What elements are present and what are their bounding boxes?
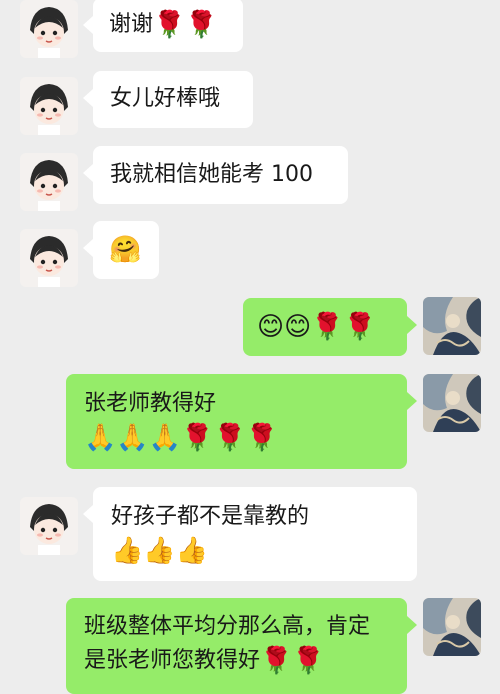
smile-and-rose-icons: 😊😊🌹🌹 <box>257 312 376 342</box>
thumbs-up-icon: 👍👍👍 <box>111 536 209 566</box>
rose-icon: 🌹🌹 <box>260 646 325 676</box>
message-bubble-incoming[interactable]: 女儿好棒哦 <box>83 71 253 128</box>
message-bubble-incoming[interactable]: 好孩子都不是靠教的 👍👍👍 <box>83 487 417 581</box>
contact-avatar[interactable] <box>20 0 78 58</box>
contact-avatar[interactable] <box>20 77 78 135</box>
message-bubble-outgoing[interactable]: 😊😊🌹🌹 <box>243 298 417 356</box>
contact-avatar[interactable] <box>20 497 78 555</box>
message-text: 班级整体平均分那么高，肯定是张老师您教得好 <box>84 614 371 673</box>
pray-and-rose-icons: 🙏🙏🙏🌹🌹🌹 <box>84 423 279 453</box>
message-bubble-incoming[interactable]: 我就相信她能考 100 <box>83 146 348 204</box>
message-bubble-incoming[interactable]: 🤗 <box>83 221 159 279</box>
my-avatar[interactable] <box>423 297 481 355</box>
message-text: 女儿好棒哦 <box>110 86 221 111</box>
contact-avatar[interactable] <box>20 153 78 211</box>
my-avatar[interactable] <box>423 374 481 432</box>
rose-icon: 🌹🌹 <box>153 10 218 40</box>
message-text: 张老师教得好 <box>84 391 217 416</box>
contact-avatar[interactable] <box>20 229 78 287</box>
message-bubble-outgoing[interactable]: 班级整体平均分那么高，肯定是张老师您教得好🌹🌹 <box>66 598 417 694</box>
message-text: 好孩子都不是靠教的 <box>111 504 310 529</box>
message-bubble-incoming[interactable]: 谢谢🌹🌹 <box>83 0 243 52</box>
my-avatar[interactable] <box>423 598 481 656</box>
hug-face-icon: 🤗 <box>109 235 142 265</box>
message-bubble-outgoing[interactable]: 张老师教得好 🙏🙏🙏🌹🌹🌹 <box>66 374 417 469</box>
message-text: 我就相信她能考 100 <box>110 162 313 187</box>
message-text: 谢谢 <box>109 12 154 37</box>
